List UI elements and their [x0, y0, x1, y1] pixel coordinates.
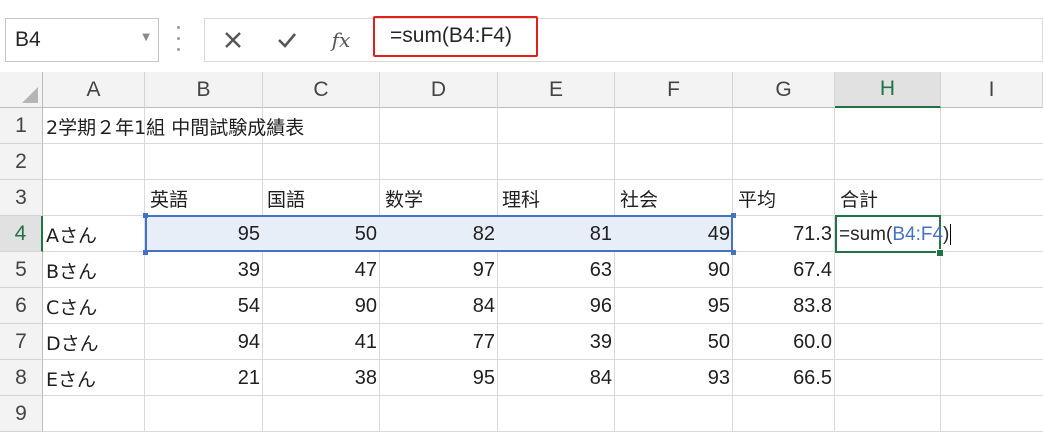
- score-cell[interactable]: 95: [380, 360, 498, 396]
- row-header-5[interactable]: 5: [0, 252, 43, 288]
- student-name[interactable]: Eさん: [43, 360, 145, 396]
- score-cell[interactable]: 93: [615, 360, 733, 396]
- header-math[interactable]: 数学: [382, 180, 498, 216]
- cancel-button[interactable]: [213, 19, 253, 61]
- score-cell[interactable]: 39: [498, 324, 615, 360]
- column-header-H[interactable]: H: [835, 72, 941, 108]
- title-cell[interactable]: 2学期２年1組 中間試験成績表: [43, 108, 443, 144]
- column-header-B[interactable]: B: [145, 72, 263, 108]
- column-header-A[interactable]: A: [43, 72, 145, 108]
- row-header-7[interactable]: 7: [0, 324, 43, 360]
- row-header-3[interactable]: 3: [0, 180, 43, 216]
- header-english[interactable]: 英語: [147, 180, 263, 216]
- row-header-1[interactable]: 1: [0, 108, 43, 144]
- column-header-F[interactable]: F: [615, 72, 733, 108]
- selected-range-border: [145, 215, 733, 252]
- select-all-button[interactable]: [0, 72, 43, 108]
- score-cell[interactable]: 95: [615, 288, 733, 324]
- column-header-C[interactable]: C: [263, 72, 380, 108]
- score-cell[interactable]: 77: [380, 324, 498, 360]
- column-header-G[interactable]: G: [733, 72, 835, 108]
- select-all-triangle-icon: [22, 87, 38, 103]
- header-total[interactable]: 合計: [837, 180, 941, 216]
- cell-edit-formula[interactable]: =sum(B4:F4): [839, 224, 952, 246]
- formula-reference: B4:F4: [892, 224, 944, 245]
- text-cursor: [950, 224, 952, 246]
- fill-handle[interactable]: [936, 249, 944, 257]
- student-name[interactable]: Dさん: [43, 324, 145, 360]
- row-header-4[interactable]: 4: [0, 216, 43, 252]
- average-cell[interactable]: 83.8: [733, 288, 835, 324]
- fx-icon: fx: [331, 28, 351, 52]
- score-cell[interactable]: 94: [145, 324, 263, 360]
- range-handle[interactable]: [143, 213, 148, 218]
- score-cell[interactable]: 50: [615, 324, 733, 360]
- chevron-down-icon[interactable]: ▼: [142, 32, 150, 43]
- student-name[interactable]: Bさん: [43, 252, 145, 288]
- score-cell[interactable]: 84: [498, 360, 615, 396]
- column-header-D[interactable]: D: [380, 72, 498, 108]
- checkmark-icon: [278, 33, 296, 48]
- name-box-value: B4: [15, 28, 41, 51]
- row-header-9[interactable]: 9: [0, 396, 43, 432]
- close-icon: [225, 32, 241, 48]
- score-cell[interactable]: 96: [498, 288, 615, 324]
- student-name[interactable]: Cさん: [43, 288, 145, 324]
- score-cell[interactable]: 21: [145, 360, 263, 396]
- score-cell[interactable]: 47: [263, 252, 380, 288]
- column-header-E[interactable]: E: [498, 72, 615, 108]
- row-header-8[interactable]: 8: [0, 360, 43, 396]
- score-cell[interactable]: 54: [145, 288, 263, 324]
- enter-button[interactable]: [267, 19, 307, 61]
- score-cell[interactable]: 41: [263, 324, 380, 360]
- formula-buttons: fx: [204, 18, 372, 62]
- score-cell[interactable]: 84: [380, 288, 498, 324]
- gridline: [940, 108, 941, 432]
- name-box[interactable]: B4 ▼: [5, 18, 159, 62]
- formula-suffix: ): [943, 224, 950, 245]
- column-header-I[interactable]: I: [941, 72, 1043, 108]
- score-cell[interactable]: 97: [380, 252, 498, 288]
- average-cell[interactable]: 66.5: [733, 360, 835, 396]
- range-handle[interactable]: [731, 213, 736, 218]
- formula-prefix: =sum(: [839, 224, 893, 245]
- score-cell[interactable]: 39: [145, 252, 263, 288]
- row-header-2[interactable]: 2: [0, 144, 43, 180]
- formula-bar-area: B4 ▼ fx =sum(B4:F4): [0, 0, 1043, 78]
- spreadsheet-grid[interactable]: A B C D E F G H I 1 2 3 4 5 6 7 8 9 2学期２…: [0, 72, 1043, 432]
- grip-dots-icon[interactable]: [176, 24, 182, 54]
- average-cell[interactable]: 71.3: [733, 216, 835, 252]
- score-cell[interactable]: 90: [263, 288, 380, 324]
- formula-text[interactable]: =sum(B4:F4): [390, 24, 512, 48]
- header-average[interactable]: 平均: [735, 180, 835, 216]
- range-handle[interactable]: [731, 250, 736, 255]
- student-name[interactable]: Aさん: [43, 216, 145, 252]
- header-science[interactable]: 理科: [499, 180, 615, 216]
- average-cell[interactable]: 60.0: [733, 324, 835, 360]
- row-header-6[interactable]: 6: [0, 288, 43, 324]
- score-cell[interactable]: 38: [263, 360, 380, 396]
- average-cell[interactable]: 67.4: [733, 252, 835, 288]
- score-cell[interactable]: 63: [498, 252, 615, 288]
- header-japanese[interactable]: 国語: [264, 180, 380, 216]
- range-handle[interactable]: [143, 250, 148, 255]
- header-social[interactable]: 社会: [617, 180, 733, 216]
- score-cell[interactable]: 90: [615, 252, 733, 288]
- insert-function-button[interactable]: fx: [321, 19, 361, 61]
